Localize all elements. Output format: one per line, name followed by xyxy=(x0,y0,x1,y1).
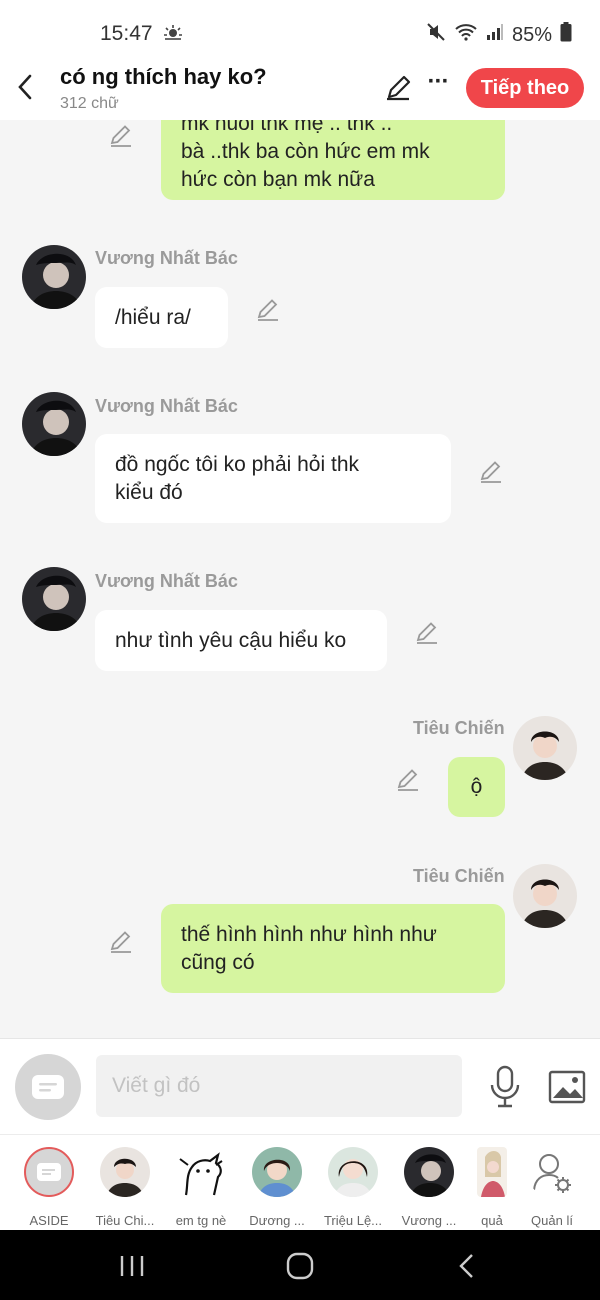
edit-title-button[interactable] xyxy=(384,72,414,102)
header: có ng thích hay ko? 312 chữ ··· Tiếp the… xyxy=(0,58,600,120)
weather-icon xyxy=(163,24,183,45)
edit-message-icon[interactable] xyxy=(108,122,134,148)
avatar[interactable] xyxy=(513,864,577,928)
avatar xyxy=(328,1147,378,1197)
recent-apps-icon xyxy=(120,1256,144,1276)
sender-name: Tiêu Chiến xyxy=(413,718,505,738)
microphone-button[interactable] xyxy=(488,1065,522,1109)
character-name: Dương ... xyxy=(249,1213,305,1228)
message-input[interactable] xyxy=(96,1055,462,1117)
pencil-icon xyxy=(387,75,411,101)
avatar[interactable] xyxy=(513,716,577,780)
next-button[interactable]: Tiếp theo xyxy=(466,68,584,108)
edit-message-icon[interactable] xyxy=(108,928,134,954)
sender-name: Vương Nhất Bác xyxy=(95,571,238,591)
chat-area[interactable]: mk nuôi thk mẹ .. thk .. bà ..thk ba còn… xyxy=(0,120,600,1038)
manage-user-icon xyxy=(527,1147,577,1197)
message-box-icon xyxy=(32,1075,64,1099)
home-icon xyxy=(286,1252,314,1280)
character-name: Triệu Lệ... xyxy=(323,1213,383,1228)
aside-button[interactable] xyxy=(15,1054,81,1120)
character-name: ASIDE xyxy=(29,1213,69,1228)
message-bubble[interactable]: ộ xyxy=(448,757,505,817)
character-item[interactable]: Dương ... xyxy=(239,1145,315,1229)
edit-message-icon[interactable] xyxy=(255,296,281,322)
aside-icon xyxy=(24,1147,74,1197)
character-item[interactable]: Tiêu Chi... xyxy=(87,1145,163,1229)
character-name: Quản lí xyxy=(531,1213,573,1228)
message-bubble[interactable]: như tình yêu cậu hiểu ko xyxy=(95,610,387,671)
signal-icon xyxy=(486,23,504,47)
message-text: /hiểu ra/ xyxy=(115,305,191,329)
avatar xyxy=(252,1147,302,1197)
back-button[interactable] xyxy=(10,70,40,104)
avatar xyxy=(404,1147,454,1197)
status-icons: 85% xyxy=(426,22,572,48)
character-item[interactable]: Triệu Lệ... xyxy=(315,1145,391,1229)
character-name: quả xyxy=(481,1213,503,1228)
battery-text: 85% xyxy=(511,23,552,46)
word-count: 312 chữ xyxy=(60,95,119,112)
edit-message-icon[interactable] xyxy=(414,619,440,645)
avatar[interactable] xyxy=(22,245,86,309)
avatar xyxy=(176,1147,226,1197)
back-icon xyxy=(459,1254,473,1278)
message-text: mk nuôi thk mẹ .. thk .. bà ..thk ba còn… xyxy=(181,120,430,191)
manage-button[interactable]: Quản lí xyxy=(514,1145,590,1229)
sender-name: Tiêu Chiến xyxy=(413,866,505,886)
avatar[interactable] xyxy=(22,392,86,456)
edit-message-icon[interactable] xyxy=(395,766,421,792)
edit-message-icon[interactable] xyxy=(478,458,504,484)
message-text: thế hình hình như hình như cũng có xyxy=(181,922,437,974)
microphone-icon xyxy=(490,1065,520,1108)
input-bar xyxy=(0,1038,600,1134)
message-text: ộ xyxy=(470,775,483,798)
status-bar: 15:47 85% xyxy=(0,0,600,58)
character-name: em tg nè xyxy=(175,1213,227,1228)
message-text: đồ ngốc tôi ko phải hỏi thk kiểu đó xyxy=(115,452,360,504)
chevron-left-icon xyxy=(18,74,32,100)
message-text: như tình yêu cậu hiểu ko xyxy=(115,628,347,652)
character-name: Vương ... xyxy=(401,1213,457,1228)
back-nav-button[interactable] xyxy=(448,1250,488,1282)
character-item[interactable]: quả xyxy=(467,1145,517,1229)
image-icon xyxy=(548,1070,586,1104)
battery-icon xyxy=(560,22,572,48)
character-aside[interactable]: ASIDE xyxy=(11,1145,87,1229)
more-button[interactable]: ··· xyxy=(424,68,452,102)
avatar[interactable] xyxy=(22,567,86,631)
image-button[interactable] xyxy=(548,1069,586,1105)
story-title[interactable]: có ng thích hay ko? xyxy=(60,64,267,90)
message-bubble[interactable]: thế hình hình như hình như cũng có xyxy=(161,904,505,993)
character-item[interactable]: Vương ... xyxy=(391,1145,467,1229)
home-button[interactable] xyxy=(280,1250,320,1282)
system-nav-bar xyxy=(0,1230,600,1300)
recent-apps-button[interactable] xyxy=(112,1250,152,1282)
wifi-icon xyxy=(454,23,478,47)
avatar xyxy=(100,1147,150,1197)
character-item[interactable]: em tg nè xyxy=(163,1145,239,1229)
character-name: Tiêu Chi... xyxy=(95,1213,155,1228)
sender-name: Vương Nhất Bác xyxy=(95,396,238,416)
message-bubble[interactable]: mk nuôi thk mẹ .. thk .. bà ..thk ba còn… xyxy=(161,120,505,200)
status-time: 15:47 xyxy=(100,22,153,45)
sender-name: Vương Nhất Bác xyxy=(95,248,238,268)
mute-icon xyxy=(426,22,446,48)
character-bar: ASIDE Tiêu Chi... em tg nè Dương ... Tri… xyxy=(0,1134,600,1230)
message-bubble[interactable]: đồ ngốc tôi ko phải hỏi thk kiểu đó xyxy=(95,434,451,523)
message-bubble[interactable]: /hiểu ra/ xyxy=(95,287,228,348)
avatar xyxy=(477,1147,507,1197)
